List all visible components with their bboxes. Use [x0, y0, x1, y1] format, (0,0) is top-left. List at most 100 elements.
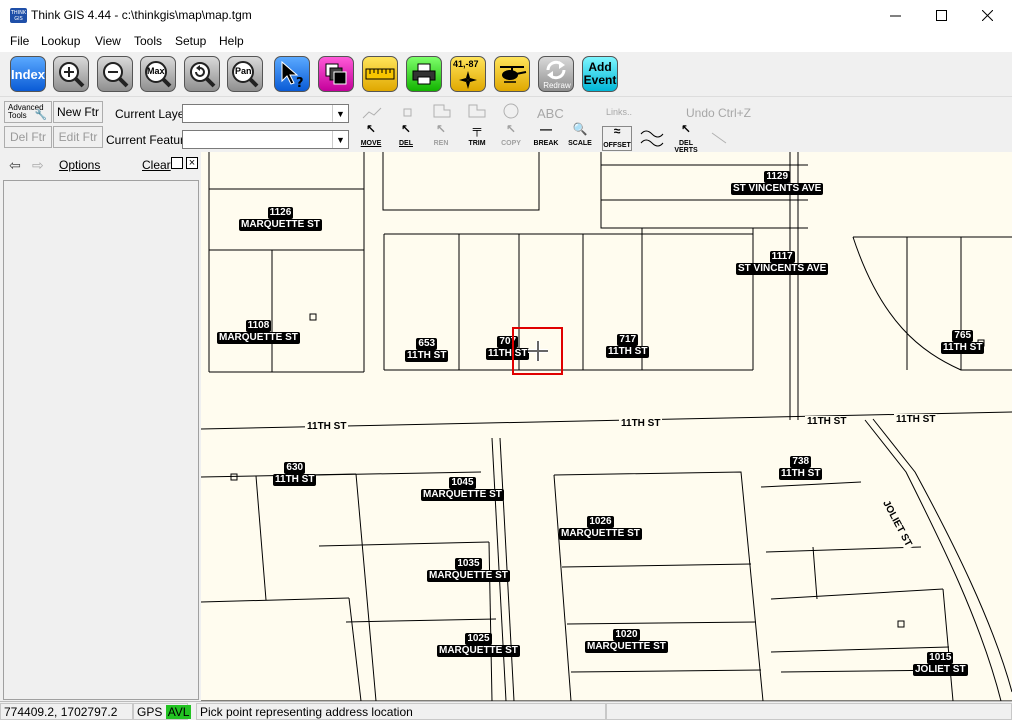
trim-tool[interactable]: ╤ TRIM	[464, 123, 490, 147]
restore-pane-icon[interactable]	[171, 157, 183, 169]
new-feature-button[interactable]: New Ftr	[53, 101, 103, 123]
parcel-label: 1026 MARQUETTE ST	[559, 516, 642, 540]
parcel-label: 765 11TH ST	[941, 330, 985, 354]
draw-building-icon[interactable]	[467, 103, 487, 119]
point-marker	[897, 620, 905, 628]
parcel-street: MARQUETTE ST	[217, 332, 300, 344]
redraw-label: Redraw	[543, 81, 571, 90]
parcel-number: 1117	[769, 251, 795, 263]
delete-tool[interactable]: ↖ DEL	[393, 122, 419, 147]
zoom-in-button[interactable]	[53, 56, 89, 92]
avl-helicopter-button[interactable]	[494, 56, 530, 92]
redraw-button[interactable]: Redraw	[538, 56, 574, 92]
zoom-previous-button[interactable]	[184, 56, 220, 92]
parcel-number: 1015	[927, 652, 954, 664]
menu-file[interactable]: File	[10, 34, 29, 48]
delete-feature-button[interactable]: Del Ftr	[4, 126, 52, 148]
wrench-icon: 🔧	[34, 110, 47, 121]
parcel-label: 1126 MARQUETTE ST	[239, 207, 322, 231]
menu-lookup[interactable]: Lookup	[41, 34, 80, 48]
draw-point-icon[interactable]	[403, 108, 413, 118]
menu-tools[interactable]: Tools	[134, 34, 162, 48]
maximize-button[interactable]	[918, 0, 964, 31]
close-button[interactable]	[964, 0, 1010, 31]
parcel-number: 1026	[587, 516, 614, 528]
parcel-street: 11TH ST	[273, 474, 317, 486]
go-to-coordinate-button[interactable]: 41,-87	[450, 56, 486, 92]
zoom-max-button[interactable]: Max	[140, 56, 176, 92]
delete-vertices-tool[interactable]: ↖ DEL VERTS	[672, 122, 700, 154]
menu-help[interactable]: Help	[219, 34, 244, 48]
back-arrow-icon[interactable]: ⇦	[9, 157, 21, 174]
cursor-icon: ↖	[400, 122, 412, 136]
parcel-label: 1035 MARQUETTE ST	[427, 558, 510, 582]
minimize-button[interactable]	[872, 0, 918, 31]
pan-button[interactable]: Pan	[227, 56, 263, 92]
draw-circle-icon[interactable]	[502, 102, 520, 120]
print-button[interactable]	[406, 56, 442, 92]
parcel-label: 1020 MARQUETTE ST	[585, 629, 668, 653]
offset-tool[interactable]: ≈ OFFSET	[602, 124, 632, 151]
status-message: Pick point representing address location	[196, 703, 606, 720]
options-link[interactable]: Options	[59, 158, 100, 172]
offset-icon: ≈	[613, 124, 621, 138]
layers-button[interactable]	[318, 56, 354, 92]
layers-icon	[325, 63, 347, 85]
street-label: 11TH ST	[305, 421, 349, 432]
scale-tool[interactable]: 🔍 SCALE	[567, 122, 593, 147]
coordinate-readout: 774409.2, 1702797.2	[0, 703, 133, 720]
measure-button[interactable]	[362, 56, 398, 92]
index-button[interactable]: Index	[10, 56, 46, 92]
parcel-label: 1045 MARQUETTE ST	[421, 477, 504, 501]
close-pane-icon[interactable]: ×	[186, 157, 198, 169]
zoom-out-button[interactable]	[97, 56, 133, 92]
split-line-icon[interactable]	[710, 131, 728, 145]
svg-text:?: ?	[296, 76, 304, 89]
edit-feature-button[interactable]: Edit Ftr	[53, 126, 103, 148]
magnifier-icon: 🔍	[572, 122, 588, 136]
rename-tool[interactable]: ↖ REN	[428, 123, 454, 147]
crosshair-icon	[528, 341, 548, 361]
close-icon	[981, 10, 993, 21]
draw-line-icon[interactable]	[362, 106, 382, 120]
move-tool[interactable]: ↖ MOVE	[358, 123, 384, 147]
menu-view[interactable]: View	[95, 34, 121, 48]
forward-arrow-icon[interactable]: ⇨	[32, 157, 44, 174]
parcel-number: 1025	[465, 633, 492, 645]
parcel-label: 1117 ST VINCENTS AVE	[736, 251, 829, 275]
menu-setup[interactable]: Setup	[175, 34, 206, 48]
menu-bar: File Lookup View Tools Setup Help	[0, 31, 1012, 52]
parcel-number: 738	[790, 456, 812, 468]
parcel-number: 1045	[449, 477, 476, 489]
undo-button[interactable]: Undo	[686, 106, 715, 120]
map-canvas[interactable]: 11TH ST 11TH ST 11TH ST 11TH ST JOLIET S…	[201, 152, 1012, 701]
add-event-button[interactable]: Add Event	[582, 56, 618, 92]
parcel-street: MARQUETTE ST	[427, 570, 510, 582]
parcel-label: 653 11TH ST	[405, 338, 449, 362]
zoom-in-icon	[59, 62, 85, 88]
main-toolbar: Index Max Pan ? 41,-87 Redraw Add Event	[0, 52, 1012, 132]
current-feature-select[interactable]: ▼	[182, 130, 349, 149]
identify-cursor-icon: ?	[281, 60, 304, 89]
links-tool[interactable]: Links..	[606, 107, 632, 117]
advanced-tools-button[interactable]: Advanced Tools 🔧	[4, 101, 52, 123]
zoom-max-label: Max	[147, 66, 165, 76]
results-panel	[3, 180, 199, 700]
parcel-label: 1108 MARQUETTE ST	[217, 320, 300, 344]
clear-link[interactable]: Clear	[142, 158, 171, 172]
break-tool[interactable]: — BREAK	[533, 123, 559, 147]
smooth-line-icon[interactable]	[640, 127, 664, 149]
cursor-icon: ↖	[680, 122, 692, 136]
printer-icon	[412, 63, 436, 85]
avl-status: AVL	[165, 705, 192, 719]
copy-tool[interactable]: ↖ COPY	[498, 123, 524, 147]
minimize-icon	[889, 15, 901, 17]
parcel-number: 1129	[764, 171, 791, 183]
draw-polygon-icon[interactable]	[432, 103, 452, 119]
edit-toolbar: Advanced Tools 🔧 New Ftr Del Ftr Edit Ft…	[0, 96, 1012, 154]
label-tool[interactable]: ABC	[537, 106, 564, 121]
identify-button[interactable]: ?	[274, 56, 310, 92]
current-layer-select[interactable]: ▼	[182, 104, 349, 123]
parcel-number: 1035	[455, 558, 482, 570]
parcel-street: 11TH ST	[941, 342, 985, 354]
